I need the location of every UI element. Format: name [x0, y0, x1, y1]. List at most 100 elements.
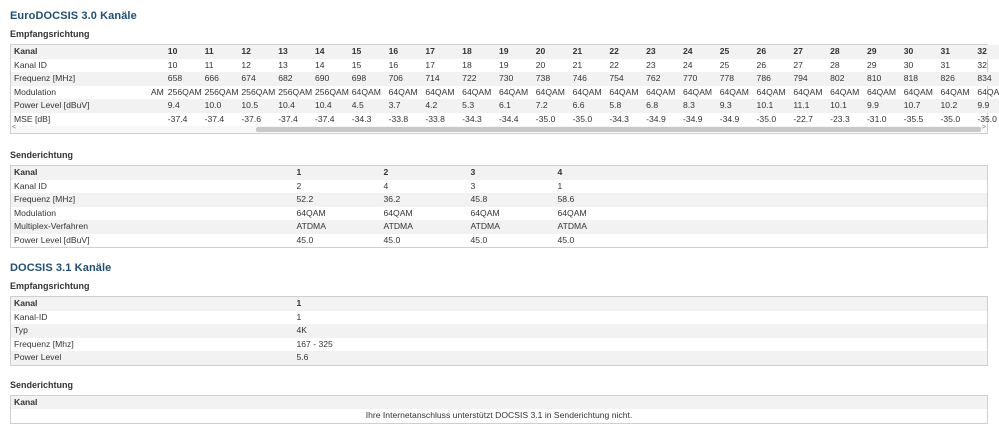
- table-cell: 25: [719, 59, 730, 70]
- channel-header: 28: [828, 45, 865, 59]
- row-label: Frequenz [MHz]: [11, 72, 129, 86]
- partial-column-cell: AM: [150, 86, 164, 97]
- table-cell: 2: [296, 180, 302, 191]
- row-label: Typ: [10, 324, 294, 338]
- docsis31-downstream-table: Kanal 1 Kanal-ID 1 Typ 4K Frequenz [Mhz] 167 - …: [10, 296, 988, 366]
- channel-header: 2: [380, 165, 468, 180]
- row-label: Power Level [dBuV]: [14, 234, 90, 245]
- table-cell: 64QAM: [425, 86, 455, 97]
- table-cell: 64QAM: [977, 86, 999, 97]
- table-cell: 17: [425, 59, 435, 70]
- table-cell: 746: [570, 72, 608, 86]
- channel-header: 1: [293, 165, 381, 180]
- filler-cell: [641, 165, 988, 180]
- table-row: Kanal ID 10 11 12 13 14 15 16 17 18 19 20 21 22 23 24 25…: [11, 59, 999, 73]
- table-cell: 45.8: [467, 193, 555, 207]
- horizontal-scrollbar[interactable]: < >: [10, 124, 988, 134]
- channel-header: 23: [644, 45, 681, 59]
- filler-cell: [641, 220, 988, 234]
- partial-column-cell: [129, 72, 166, 86]
- table-row: Modulation AM 256QAM 256QAM 256QAM 256QAM 256Q…: [11, 86, 999, 100]
- table-cell: 698: [349, 72, 387, 86]
- table-cell: 3.7: [386, 99, 424, 113]
- table-cell: 28: [830, 59, 840, 70]
- table-cell: -23.3: [830, 113, 850, 124]
- table-cell: 10.1: [828, 99, 865, 113]
- table-cell: 256QAM: [167, 86, 202, 97]
- channel-header: 29: [864, 45, 902, 59]
- table-cell: 10.7: [901, 99, 939, 113]
- table-cell: -22.7: [793, 113, 813, 124]
- table-cell: 45.0: [296, 234, 314, 245]
- table-cell: -35.0: [572, 113, 593, 124]
- partial-column-cell: [129, 113, 166, 127]
- docsis30-downstream-scroll-area[interactable]: Kanal 10 11 12 13 14 15 16 17 18 19 20 21 22 23 24 25 26…: [10, 44, 999, 126]
- unsupported-message: Ihre Internetanschluss unterstützt DOCSI…: [365, 410, 633, 420]
- table-cell: 3: [470, 180, 476, 191]
- table-cell: 167 - 325: [296, 338, 333, 349]
- table-cell: -34.3: [351, 113, 372, 124]
- table-row: MSE [dB] -37.4 -37.4 -37.6 -37.4 -37.4 -34.3 -3…: [11, 113, 999, 127]
- table-cell: 30: [903, 59, 914, 70]
- table-cell: -35.5: [903, 113, 924, 124]
- channel-header: 17: [423, 45, 461, 59]
- channel-header: 12: [239, 45, 277, 59]
- table-row: Frequenz [MHz] 52.2 36.2 45.8 58.6: [10, 193, 988, 207]
- page-content: EuroDOCSIS 3.0 Kanäle Empfangsrichtung K…: [0, 0, 999, 424]
- table-cell: 10.2: [938, 99, 976, 113]
- table-cell: 6.8: [644, 99, 681, 113]
- scroll-right-arrow-icon[interactable]: >: [982, 124, 986, 131]
- partial-column-cell: [129, 99, 166, 113]
- docsis31-downstream-heading: Empfangsrichtung: [10, 281, 90, 291]
- table-cell: -37.4: [314, 113, 335, 124]
- table-cell: 45.0: [383, 234, 401, 245]
- channel-header: 24: [680, 45, 718, 59]
- table-cell: 9.9: [975, 99, 999, 113]
- channel-header: 27: [791, 45, 829, 59]
- table-cell: 64QAM: [793, 86, 823, 97]
- table-cell: 64QAM: [719, 86, 749, 97]
- table-cell: -37.6: [241, 113, 261, 124]
- table-cell: -34.3: [462, 113, 482, 124]
- table-cell: 754: [607, 72, 645, 86]
- channel-header: 16: [386, 45, 424, 59]
- table-cell: 1: [557, 180, 563, 191]
- table-cell: -37.4: [204, 113, 225, 124]
- row-label: Frequenz [MHz]: [10, 193, 294, 207]
- table-cell: -33.8: [425, 113, 445, 124]
- channel-header: 30: [901, 45, 939, 59]
- scrollbar-thumb[interactable]: [256, 127, 981, 132]
- table-cell: -35.0: [535, 113, 556, 124]
- table-header-row: Kanal 1 2 3 4: [10, 165, 988, 180]
- table-cell: 10.1: [754, 99, 792, 113]
- table-cell: 762: [644, 72, 681, 86]
- table-cell: 64QAM: [682, 86, 713, 97]
- table-cell: ATDMA: [467, 220, 555, 234]
- header-label: Kanal: [10, 165, 294, 180]
- row-label: Kanal-ID: [14, 311, 48, 322]
- channel-header: 14: [312, 45, 350, 59]
- table-header-row: Kanal 1: [10, 296, 988, 311]
- table-cell: 23: [646, 59, 656, 70]
- table-cell: 64QAM: [470, 207, 500, 218]
- table-cell: 5.3: [460, 99, 497, 113]
- table-cell: 738: [533, 72, 571, 86]
- table-header-row: Kanal 10 11 12 13 14 15 16 17 18 19 20 21 22 23 24 25 26…: [11, 45, 999, 59]
- table-cell: 256QAM: [278, 86, 313, 97]
- table-cell: 64QAM: [557, 207, 587, 218]
- table-cell: 64QAM: [903, 86, 933, 97]
- table-cell: ATDMA: [554, 220, 642, 234]
- table-cell: 256QAM: [204, 86, 239, 97]
- table-cell: 4K: [293, 324, 988, 338]
- row-label: Kanal ID: [14, 180, 47, 191]
- row-label: Kanal ID: [14, 59, 47, 70]
- channel-header: 31: [938, 45, 976, 59]
- scroll-left-arrow-icon[interactable]: <: [12, 124, 16, 131]
- table-cell: 7.2: [533, 99, 571, 113]
- table-header-row: Kanal: [10, 395, 988, 409]
- header-label: Kanal: [11, 45, 129, 59]
- table-cell: 818: [901, 72, 939, 86]
- table-cell: -34.3: [609, 113, 629, 124]
- docsis30-upstream-table: Kanal 1 2 3 4 Kanal ID 2 4 3 1 Frequenz [MHz] 52.2 3…: [10, 165, 988, 248]
- docsis30-title: EuroDOCSIS 3.0 Kanäle: [10, 10, 137, 22]
